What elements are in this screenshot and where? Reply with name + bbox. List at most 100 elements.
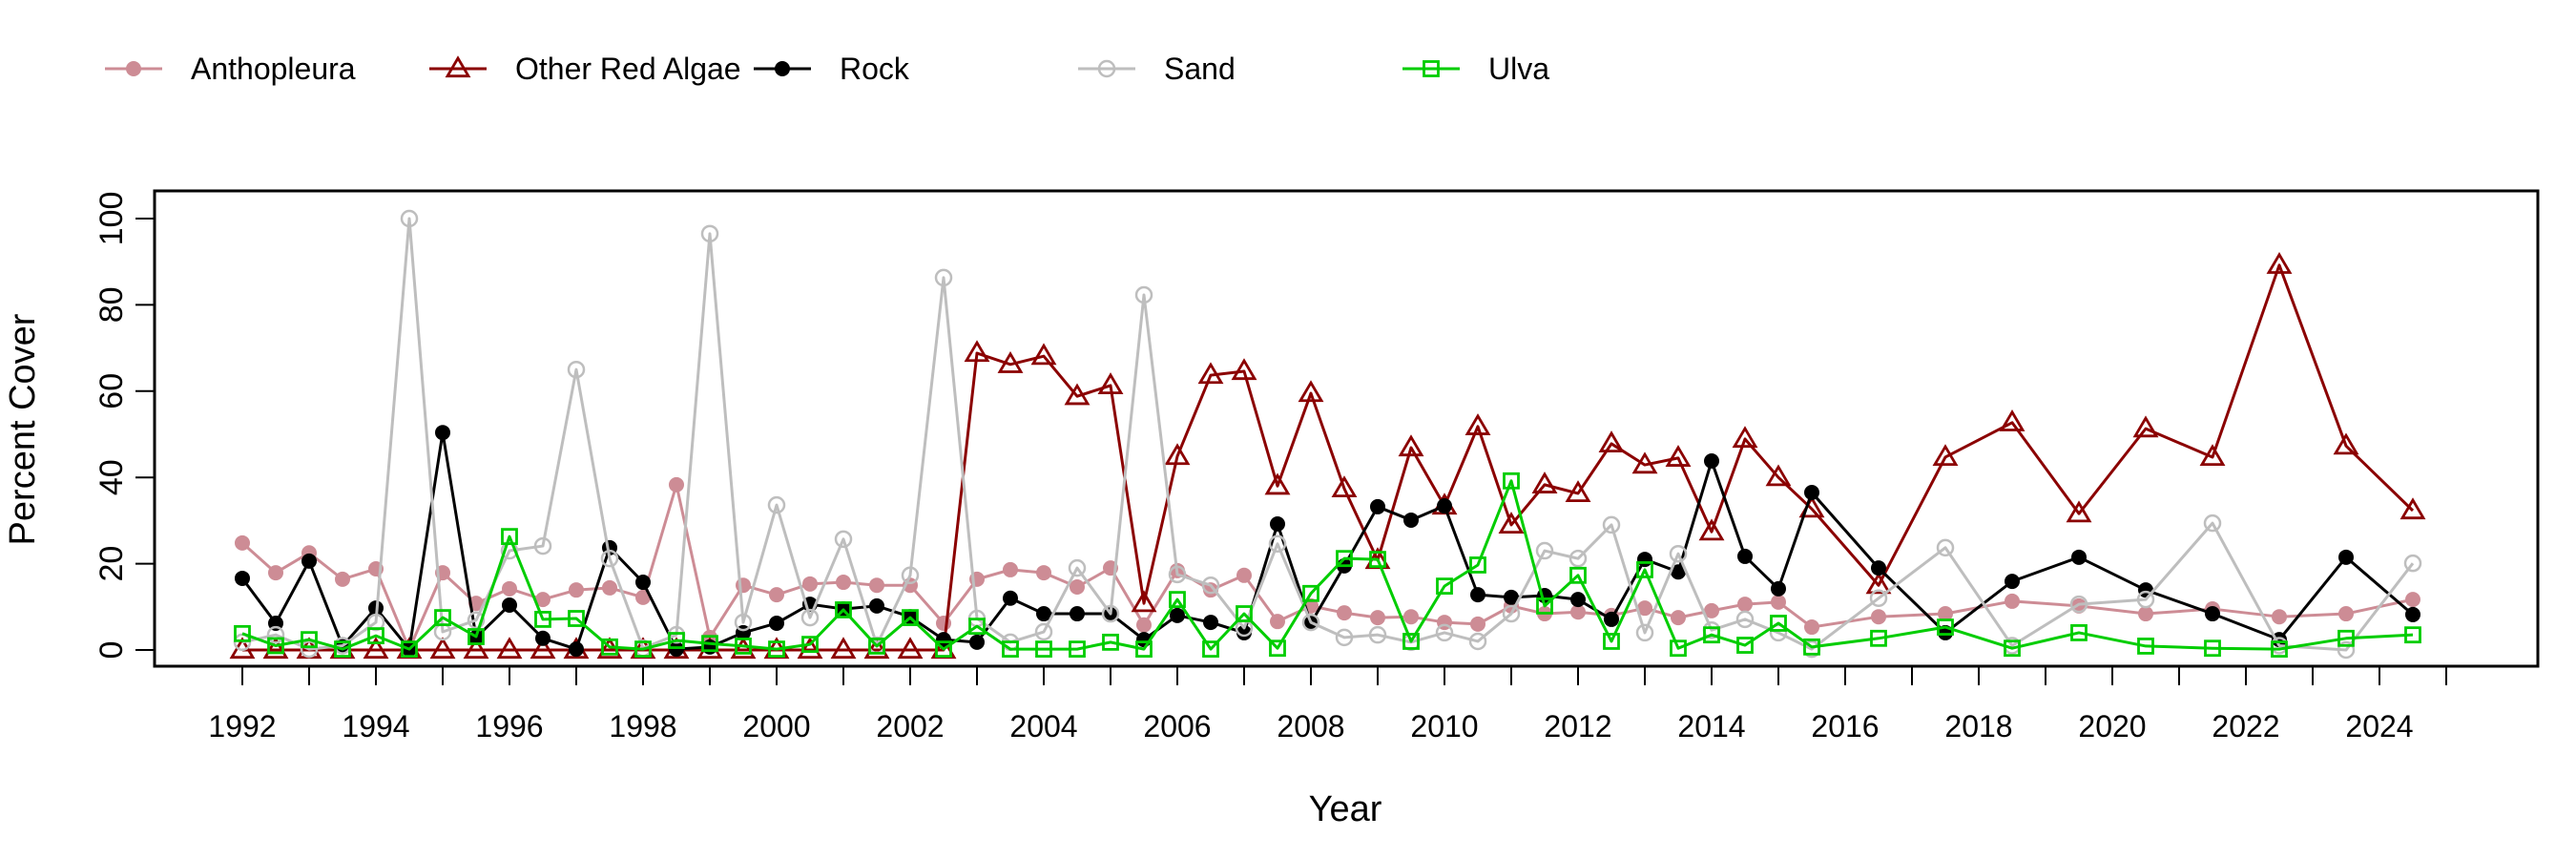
point-rock bbox=[1570, 592, 1586, 608]
percent-cover-chart: Anthopleura Other Red Algae Rock Sand Ulva 0… bbox=[3, 52, 2540, 829]
point-rock bbox=[235, 570, 250, 586]
point-rock bbox=[2405, 606, 2420, 622]
point-anthopleura bbox=[1070, 579, 1085, 596]
point-rock bbox=[1737, 548, 1753, 564]
legend-label: Other Red Algae bbox=[515, 52, 741, 86]
point-anthopleura bbox=[836, 575, 851, 591]
point-other-red-algae bbox=[1298, 380, 1324, 403]
point-anthopleura bbox=[1771, 594, 1786, 610]
x-tick-label: 1998 bbox=[609, 709, 676, 744]
legend-item-anthopleura: Anthopleura bbox=[105, 52, 356, 86]
point-other-red-algae bbox=[1665, 445, 1692, 467]
x-tick-label: 2018 bbox=[1944, 709, 2012, 744]
point-rock bbox=[1370, 498, 1385, 514]
x-tick-label: 2006 bbox=[1143, 709, 1211, 744]
legend-label: Rock bbox=[840, 52, 910, 86]
point-anthopleura bbox=[769, 587, 784, 603]
point-anthopleura bbox=[2138, 606, 2153, 622]
point-rock bbox=[1003, 590, 1018, 606]
y-tick-label: 80 bbox=[93, 286, 130, 323]
point-anthopleura bbox=[2338, 606, 2354, 622]
y-tick-label: 40 bbox=[93, 459, 130, 495]
legend-marker bbox=[775, 61, 790, 76]
legend: Anthopleura Other Red Algae Rock Sand Ulva bbox=[105, 52, 1549, 86]
x-axis-label: Year bbox=[1309, 789, 1382, 829]
point-rock bbox=[1170, 607, 1185, 623]
point-anthopleura bbox=[1337, 605, 1352, 621]
point-anthopleura bbox=[1671, 610, 1686, 626]
legend-label: Ulva bbox=[1488, 52, 1549, 86]
point-rock bbox=[1070, 606, 1085, 622]
point-rock bbox=[635, 575, 651, 591]
point-other-red-algae bbox=[496, 637, 523, 660]
point-anthopleura bbox=[2005, 593, 2020, 609]
point-rock bbox=[1704, 453, 1719, 470]
x-tick-label: 2012 bbox=[1544, 709, 1611, 744]
point-anthopleura bbox=[1136, 617, 1152, 633]
y-tick-label: 0 bbox=[93, 641, 130, 660]
point-anthopleura bbox=[602, 579, 617, 596]
point-rock bbox=[435, 425, 450, 441]
series-rock bbox=[235, 425, 2420, 658]
legend-item-rock: Rock bbox=[754, 52, 910, 86]
x-tick-label: 2024 bbox=[2345, 709, 2413, 744]
x-tick-label: 2002 bbox=[876, 709, 944, 744]
point-anthopleura bbox=[1737, 597, 1753, 613]
legend-item-ulva: Ulva bbox=[1402, 52, 1549, 86]
point-rock bbox=[1203, 615, 1218, 631]
point-anthopleura bbox=[2272, 609, 2287, 625]
point-other-red-algae bbox=[1465, 413, 1491, 435]
point-anthopleura bbox=[268, 565, 283, 581]
point-rock bbox=[2338, 549, 2354, 565]
point-rock bbox=[1604, 611, 1619, 627]
x-tick-label: 2014 bbox=[1677, 709, 1745, 744]
y-axis: 0 20 40 60 80 100 bbox=[93, 192, 156, 660]
y-tick-label: 60 bbox=[93, 373, 130, 409]
y-tick-label: 100 bbox=[93, 192, 130, 246]
point-rock bbox=[1036, 606, 1051, 622]
x-tick-label: 2010 bbox=[1410, 709, 1478, 744]
point-other-red-algae bbox=[429, 637, 456, 660]
point-anthopleura bbox=[1270, 614, 1285, 630]
point-rock bbox=[1437, 498, 1452, 514]
y-axis-label: Percent Cover bbox=[3, 313, 43, 545]
legend-item-other-red-algae: Other Red Algae bbox=[429, 52, 741, 86]
point-other-red-algae bbox=[1531, 471, 1558, 493]
series-layer bbox=[229, 209, 2426, 660]
point-anthopleura bbox=[335, 571, 350, 587]
point-rock bbox=[301, 553, 317, 569]
point-rock bbox=[969, 634, 985, 650]
point-rock bbox=[1403, 512, 1419, 528]
x-tick-label: 1994 bbox=[342, 709, 409, 744]
point-other-red-algae bbox=[1030, 343, 1057, 366]
point-anthopleura bbox=[1236, 567, 1252, 583]
point-anthopleura bbox=[1871, 609, 1886, 625]
point-anthopleura bbox=[1804, 619, 1819, 636]
point-rock bbox=[1804, 485, 1819, 501]
legend-marker bbox=[126, 61, 141, 76]
point-other-red-algae bbox=[830, 637, 857, 660]
legend-marker bbox=[445, 55, 471, 78]
line-sand bbox=[241, 217, 2415, 652]
point-anthopleura bbox=[2405, 592, 2420, 608]
x-tick-label: 2004 bbox=[1009, 709, 1077, 744]
series-sand bbox=[233, 209, 2422, 660]
point-rock bbox=[535, 630, 551, 646]
point-rock bbox=[1871, 560, 1886, 576]
point-anthopleura bbox=[802, 576, 818, 592]
point-anthopleura bbox=[502, 580, 517, 597]
legend-label: Anthopleura bbox=[191, 52, 356, 86]
x-tick-label: 2020 bbox=[2078, 709, 2146, 744]
point-rock bbox=[502, 597, 517, 613]
point-anthopleura bbox=[869, 577, 884, 594]
point-other-red-algae bbox=[1732, 426, 1758, 449]
point-rock bbox=[769, 615, 784, 631]
point-anthopleura bbox=[235, 534, 250, 551]
x-tick-label: 2022 bbox=[2212, 709, 2279, 744]
point-rock bbox=[2205, 606, 2220, 622]
x-tick-label: 2016 bbox=[1811, 709, 1879, 744]
point-rock bbox=[1470, 587, 1485, 603]
legend-item-sand: Sand bbox=[1078, 52, 1236, 86]
point-rock bbox=[1771, 580, 1786, 597]
x-axis: 1992 1994 1996 1998 2000 2002 2004 2006 2008 2010… bbox=[208, 665, 2447, 744]
